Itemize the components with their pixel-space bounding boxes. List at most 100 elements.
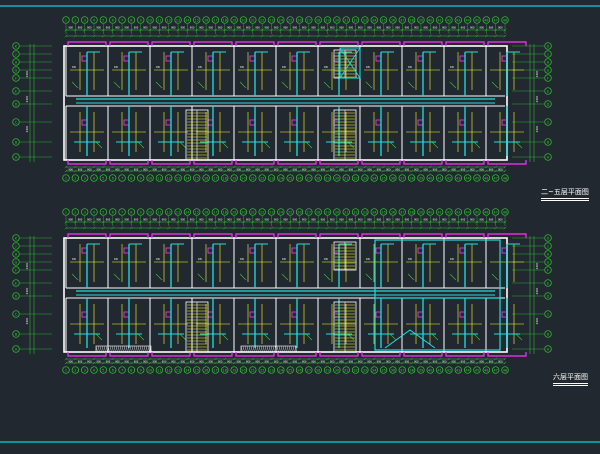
- axis-number-top: 34: [372, 210, 376, 214]
- dimension-value: 900: [227, 219, 232, 222]
- dimension-value: 900: [134, 169, 139, 172]
- dimension-value: 900: [208, 361, 213, 364]
- axis-number-bottom: 26: [297, 368, 301, 372]
- dimension-value: 900: [218, 361, 223, 364]
- axis-number-bottom: 47: [493, 368, 497, 372]
- room-label: DN: [450, 258, 454, 261]
- axis-number-top: 27: [307, 210, 311, 214]
- axis-number-bottom: 41: [437, 176, 441, 180]
- dimension-value: 900: [218, 27, 223, 30]
- axis-number-bottom: 12: [167, 368, 171, 372]
- dimension-value-left: 2400: [25, 262, 29, 269]
- dimension-value: 900: [115, 219, 120, 222]
- dimension-value: 900: [433, 27, 438, 30]
- dimension-value: 900: [358, 219, 363, 222]
- axis-number-top: 8: [130, 18, 132, 22]
- axis-number-top: 6: [112, 18, 114, 22]
- dimension-value: 900: [433, 361, 438, 364]
- dimension-value: 900: [199, 169, 204, 172]
- dimension-value: 900: [143, 27, 148, 30]
- axis-number-bottom: 19: [232, 176, 236, 180]
- axis-number-top: 22: [260, 210, 264, 214]
- axis-number-top: 46: [484, 210, 488, 214]
- axis-number-top: 44: [465, 210, 469, 214]
- axis-number-bottom: 8: [130, 368, 132, 372]
- axis-number-bottom: 48: [503, 368, 507, 372]
- dimension-value: 900: [321, 361, 326, 364]
- dimension-value: 900: [470, 169, 475, 172]
- axis-number-bottom: 20: [241, 176, 245, 180]
- dimension-value: 900: [414, 169, 419, 172]
- axis-number-top: 11: [157, 18, 161, 22]
- dimension-value: 900: [255, 169, 260, 172]
- axis-number-bottom: 10: [148, 176, 152, 180]
- dimension-value: 900: [87, 27, 92, 30]
- dimension-value: 900: [293, 169, 298, 172]
- axis-number-top: 10: [148, 18, 152, 22]
- axis-number-top: 18: [223, 210, 227, 214]
- dimension-value: 900: [208, 27, 213, 30]
- axis-number-top: 13: [176, 210, 180, 214]
- dimension-value: 900: [78, 219, 83, 222]
- dimension-value: 900: [451, 27, 456, 30]
- room-label: DN: [408, 66, 412, 69]
- dimension-value: 900: [414, 27, 419, 30]
- axis-number-bottom: 44: [465, 176, 469, 180]
- dimension-value: 900: [377, 219, 382, 222]
- axis-letter-left: D: [15, 102, 18, 106]
- dimension-value: 900: [330, 361, 335, 364]
- axis-letter-right: F: [547, 76, 549, 80]
- axis-number-bottom: 30: [335, 368, 339, 372]
- dimension-value: 900: [124, 219, 129, 222]
- axis-number-bottom: 30: [335, 176, 339, 180]
- dimension-value-left: 2400: [25, 95, 29, 102]
- dimension-value: 900: [498, 219, 503, 222]
- dimension-value: 900: [180, 219, 185, 222]
- axis-number-bottom: 39: [419, 368, 423, 372]
- axis-number-top: 3: [84, 210, 86, 214]
- dimension-value: 900: [274, 361, 279, 364]
- dimension-value: 900: [96, 219, 101, 222]
- dimension-value: 900: [358, 27, 363, 30]
- axis-number-top: 24: [279, 18, 283, 22]
- dimension-value: 900: [433, 219, 438, 222]
- axis-number-bottom: 36: [391, 176, 395, 180]
- room-label: DN: [450, 66, 454, 69]
- axis-number-top: 17: [213, 210, 217, 214]
- floor-plan-drawing: 1122334455667788991010111112121313141415…: [0, 0, 600, 450]
- axis-letter-left: F: [15, 268, 17, 272]
- dimension-value: 900: [106, 219, 111, 222]
- axis-number-top: 34: [372, 18, 376, 22]
- dimension-value: 900: [87, 219, 92, 222]
- dimension-value-right: 2400: [535, 287, 539, 294]
- axis-letter-left: J: [15, 52, 17, 56]
- axis-number-bottom: 19: [232, 368, 236, 372]
- dimension-value: 900: [489, 169, 494, 172]
- axis-number-bottom: 28: [316, 368, 320, 372]
- dimension-value: 900: [349, 361, 354, 364]
- axis-number-top: 24: [279, 210, 283, 214]
- dimension-value: 900: [433, 169, 438, 172]
- axis-number-bottom: 38: [409, 368, 413, 372]
- axis-number-bottom: 28: [316, 176, 320, 180]
- axis-number-bottom: 26: [297, 176, 301, 180]
- axis-number-top: 46: [484, 18, 488, 22]
- axis-number-top: 35: [381, 18, 385, 22]
- axis-number-top: 19: [232, 210, 236, 214]
- dimension-value: 900: [199, 27, 204, 30]
- axis-number-top: 9: [140, 18, 142, 22]
- dimension-value: 900: [349, 27, 354, 30]
- axis-letter-left: E: [15, 89, 17, 93]
- room-label: DN: [240, 66, 244, 69]
- dimension-value: 900: [498, 361, 503, 364]
- dimension-value: 900: [180, 361, 185, 364]
- dimension-value-right: 2400: [535, 95, 539, 102]
- axis-number-top: 2: [74, 18, 76, 22]
- dimension-value: 900: [423, 169, 428, 172]
- dimension-value: 900: [283, 361, 288, 364]
- dimension-value: 900: [124, 169, 129, 172]
- axis-number-top: 15: [195, 210, 199, 214]
- dimension-value: 900: [489, 361, 494, 364]
- caption-upper: 二~五层平面图: [541, 187, 589, 201]
- axis-number-bottom: 11: [157, 368, 161, 372]
